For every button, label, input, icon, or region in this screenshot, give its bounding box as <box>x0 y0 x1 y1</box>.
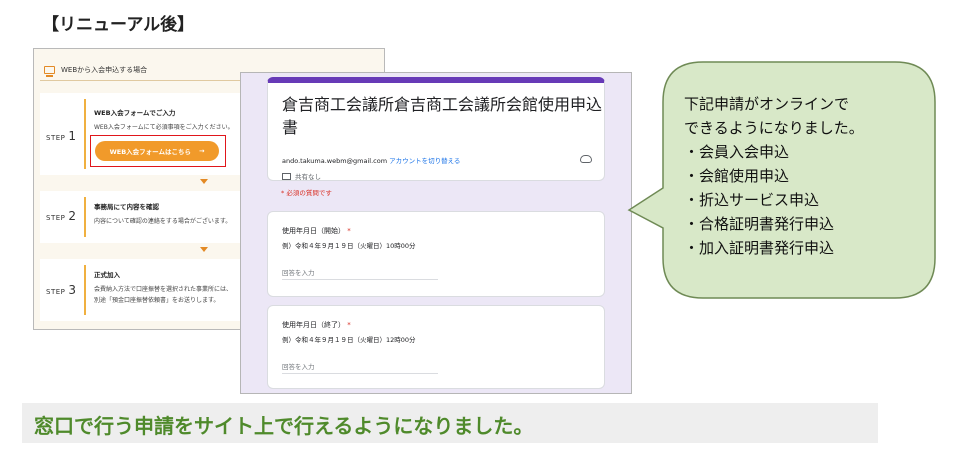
highlight-box: WEB入会フォームはこちら → <box>90 135 226 167</box>
step-2-label: STEP 2 <box>46 209 77 223</box>
step-3-label: STEP 3 <box>46 283 77 297</box>
web-form-button-label: WEB入会フォームはこちら <box>109 148 191 156</box>
page-heading: 【リニューアル後】 <box>42 15 195 35</box>
form-header-card: 倉吉商工会議所倉吉商工会議所会館使用申込書 ando.takuma.webm@g… <box>267 77 605 181</box>
summary-banner: 窓口で行う申請をサイト上で行えるようになりました。 <box>22 403 878 443</box>
answer-input[interactable] <box>282 360 438 374</box>
bubble-item: 会員入会申込 <box>684 140 924 164</box>
computer-icon <box>44 65 55 77</box>
bubble-line-1: 下記申請がオンラインで <box>684 95 850 113</box>
bubble-item: 加入証明書発行申込 <box>684 236 924 260</box>
required-mark: * <box>347 227 351 235</box>
arrow-down-icon <box>200 179 208 184</box>
bubble-item: 合格証明書発行申込 <box>684 212 924 236</box>
shared-status: 共有なし <box>282 171 321 181</box>
required-mark: * <box>347 321 351 329</box>
account-line: ando.takuma.webm@gmail.com アカウントを切り替える <box>282 155 460 165</box>
answer-input[interactable] <box>282 266 438 280</box>
form-title: 倉吉商工会議所倉吉商工会議所会館使用申込書 <box>282 95 603 137</box>
shared-status-label: 共有なし <box>295 173 321 181</box>
step-1-bar <box>84 99 86 169</box>
question-example: 例）令和４年９月１９日（火曜日）10時00分 <box>282 242 416 250</box>
bubble-line-2: できるようになりました。 <box>684 119 864 137</box>
bubble-text: 下記申請がオンラインで できるようになりました。 会員入会申込 会館使用申込 折… <box>684 92 924 260</box>
step-2-bar <box>84 197 86 237</box>
bubble-item: 会館使用申込 <box>684 164 924 188</box>
required-note: * 必須の質問です <box>281 189 332 197</box>
step-3-text-1: 会費納入方法で口座振替を選択された事業所には、 <box>94 286 233 293</box>
account-email: ando.takuma.webm@gmail.com <box>282 157 388 165</box>
question-title: 使用年月日（終了） * <box>282 321 351 329</box>
cloud-icon <box>580 155 592 163</box>
google-form-screenshot: 倉吉商工会議所倉吉商工会議所会館使用申込書 ando.takuma.webm@g… <box>240 72 632 394</box>
arrow-down-icon <box>200 247 208 252</box>
question-card: 使用年月日（終了） * 例）令和４年９月１９日（火曜日）12時00分 <box>267 305 605 389</box>
web-form-button[interactable]: WEB入会フォームはこちら → <box>95 141 219 161</box>
question-example: 例）令和４年９月１９日（火曜日）12時00分 <box>282 336 416 344</box>
step-2-text: 内容について確認の連絡をする場合がございます。 <box>94 218 232 225</box>
step-3-title: 正式加入 <box>94 271 120 279</box>
switch-account-link[interactable]: アカウントを切り替える <box>389 157 460 165</box>
mail-icon <box>282 172 291 180</box>
summary-banner-text: 窓口で行う申請をサイト上で行えるようになりました。 <box>34 414 534 438</box>
step-3-text-2: 別途「預金口座振替依頼書」をお送りします。 <box>94 297 220 304</box>
arrow-right-icon: → <box>198 147 205 155</box>
step-3-bar <box>84 265 86 315</box>
step-2-title: 事務局にて内容を確認 <box>94 203 159 211</box>
question-title: 使用年月日（開始） * <box>282 227 351 235</box>
step-1-label: STEP 1 <box>46 129 77 143</box>
step-1-title: WEB入会フォームでご入力 <box>94 109 176 117</box>
step-1-text: WEB入会フォームにて必須事項をご入力ください。 <box>94 124 234 131</box>
question-card: 使用年月日（開始） * 例）令和４年９月１９日（火曜日）10時00分 <box>267 211 605 297</box>
web-signup-header-label: WEBから入会申込する場合 <box>61 65 148 74</box>
bubble-item: 折込サービス申込 <box>684 188 924 212</box>
